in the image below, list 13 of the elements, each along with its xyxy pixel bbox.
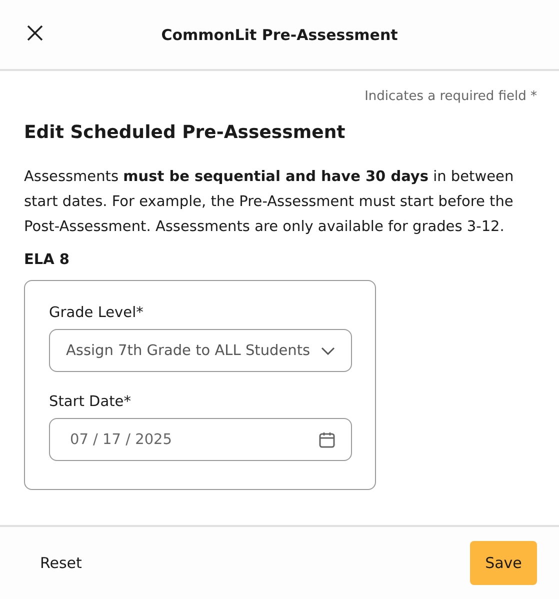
description-text: Assessments must be sequential and have 30 days in between start dates. For example, the Pre-Assessment must start before the Post-Assessment. Assessments are only available for grades 3-12. [24,168,515,237]
save-button[interactable]: Save [470,541,537,585]
field-label: Start Date* [49,394,132,410]
section-heading: Edit Scheduled Pre-Assessment [24,122,346,143]
class-name: ELA 8 [24,252,71,268]
reset-button[interactable]: Reset [40,554,82,572]
field-label: Grade Level* [49,305,144,321]
required-field-note: Indicates a required field * [364,89,537,104]
date-field[interactable]: 07 / 17 / 2025 [49,418,352,461]
chevron-down-icon [321,346,335,354]
calendar-icon [319,432,335,448]
grade-level-dropdown[interactable]: Assign 7th Grade to ALL Students [49,329,352,372]
dialog-title: CommonLit Pre-Assessment [161,26,398,44]
